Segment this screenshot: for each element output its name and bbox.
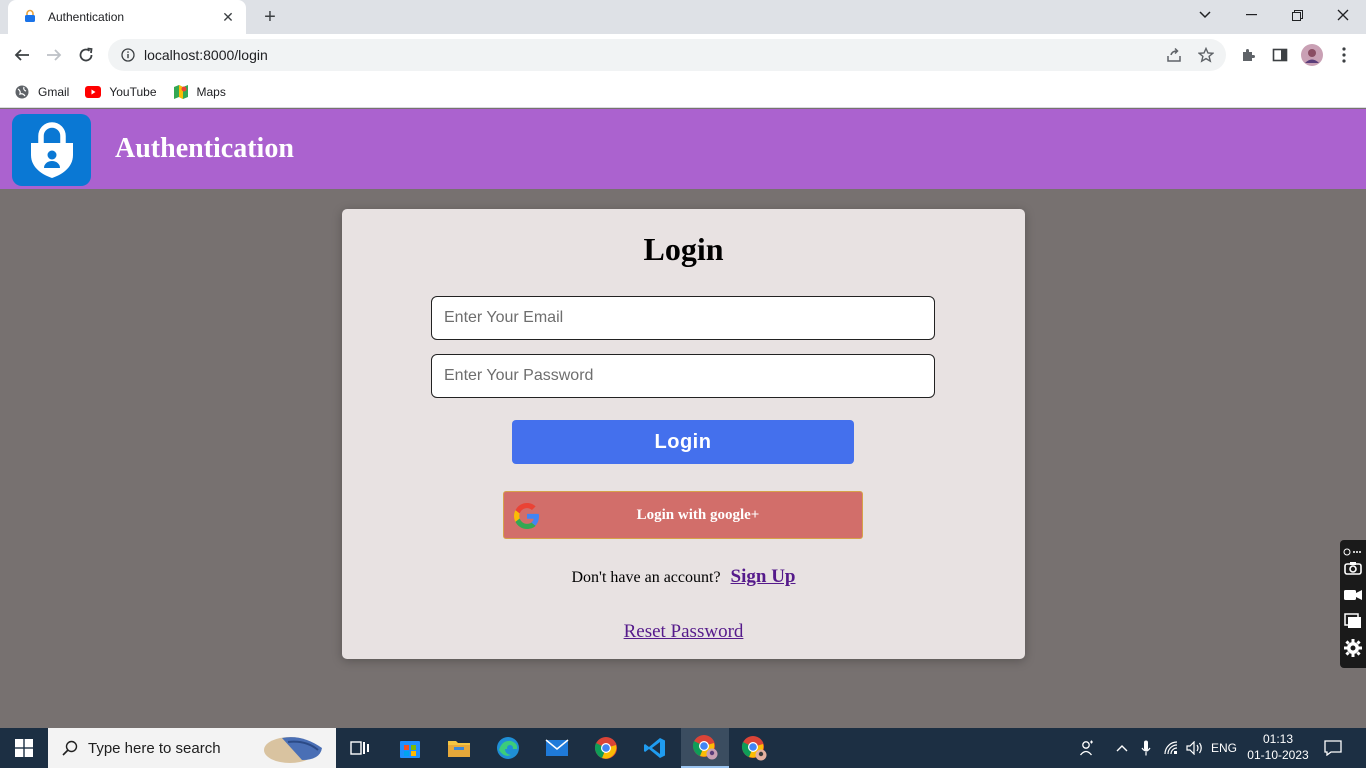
taskbar-search-box[interactable]: Type here to search: [48, 728, 336, 768]
bookmark-gmail[interactable]: Gmail: [14, 84, 69, 100]
side-panel-icon[interactable]: [1268, 43, 1292, 67]
reset-password-link[interactable]: Reset Password: [342, 621, 1025, 643]
bookmark-maps[interactable]: Maps: [173, 84, 226, 100]
search-icon: [62, 740, 78, 756]
youtube-icon: [85, 84, 102, 100]
url-text: localhost:8000/login: [144, 47, 268, 63]
notifications-icon[interactable]: [1320, 728, 1346, 768]
close-window-icon[interactable]: [1320, 0, 1366, 30]
minimize-icon[interactable]: [1228, 0, 1274, 30]
share-icon[interactable]: [1162, 43, 1186, 67]
microphone-icon[interactable]: [1136, 728, 1156, 768]
people-icon[interactable]: [1074, 728, 1100, 768]
chrome-profile-icon[interactable]: [681, 728, 729, 768]
volume-icon[interactable]: [1184, 728, 1206, 768]
login-button[interactable]: Login: [512, 420, 854, 464]
bookmark-label: Gmail: [38, 84, 70, 99]
vscode-icon[interactable]: [631, 728, 679, 768]
windows-taskbar: Type here to search ENG 01:13 01-10-2023: [0, 728, 1366, 768]
search-highlight-icon: [262, 730, 332, 766]
browser-toolbar: localhost:8000/login: [0, 34, 1366, 76]
edge-browser-icon[interactable]: [484, 728, 532, 768]
favicon-icon: [22, 9, 38, 25]
browser-menu-icon[interactable]: [1332, 43, 1356, 67]
settings-gear-icon[interactable]: [1343, 638, 1363, 658]
reload-icon[interactable]: [73, 42, 99, 68]
task-view-icon[interactable]: [336, 728, 384, 768]
bookmarks-bar: Gmail YouTube Maps: [0, 76, 1366, 108]
extensions-icon[interactable]: [1236, 43, 1260, 67]
forward-icon[interactable]: [41, 42, 67, 68]
chrome-profile-2-icon[interactable]: [730, 728, 778, 768]
google-icon: [514, 503, 539, 529]
new-tab-icon[interactable]: +: [258, 5, 282, 29]
tab-search-chevron-icon[interactable]: [1182, 0, 1228, 30]
taskbar-clock[interactable]: 01:13 01-10-2023: [1240, 731, 1316, 763]
language-indicator[interactable]: ENG: [1208, 728, 1240, 768]
camera-icon[interactable]: [1343, 558, 1363, 578]
bookmark-youtube[interactable]: YouTube: [85, 84, 157, 100]
network-icon[interactable]: [1160, 728, 1184, 768]
bookmark-label: Maps: [196, 84, 226, 99]
signup-row: Don't have an account? Sign Up: [342, 566, 1025, 588]
close-tab-icon[interactable]: ✕: [220, 9, 236, 25]
restore-icon[interactable]: [1274, 0, 1320, 30]
search-placeholder: Type here to search: [88, 739, 221, 757]
login-heading: Login: [643, 231, 724, 267]
login-card: Login Login Login with google+ Don't hav…: [342, 209, 1025, 659]
clock-time: 01:13: [1262, 732, 1294, 746]
browser-tab-bar: Authentication ✕ +: [0, 0, 1366, 34]
tray-chevron-up-icon[interactable]: [1110, 728, 1134, 768]
clock-date: 01-10-2023: [1247, 748, 1309, 762]
address-bar[interactable]: localhost:8000/login: [108, 39, 1226, 71]
signup-link[interactable]: Sign Up: [731, 566, 796, 587]
tab-title: Authentication: [48, 10, 125, 24]
mail-icon[interactable]: [533, 728, 581, 768]
file-explorer-icon[interactable]: [435, 728, 483, 768]
app-header: Authentication: [0, 109, 1366, 189]
windows-start-icon[interactable]: [0, 728, 48, 768]
password-input[interactable]: [431, 354, 935, 398]
profile-avatar-icon[interactable]: [1300, 43, 1324, 67]
microsoft-store-icon[interactable]: [386, 728, 434, 768]
signup-prompt: Don't have an account?: [571, 569, 721, 586]
browser-tab[interactable]: Authentication ✕: [8, 0, 246, 34]
site-info-icon[interactable]: [118, 45, 138, 65]
google-login-button[interactable]: Login with google+: [503, 491, 863, 539]
window-capture-icon[interactable]: [1343, 611, 1363, 631]
back-icon[interactable]: [9, 42, 35, 68]
maps-icon: [173, 84, 189, 100]
app-title: Authentication: [115, 133, 294, 164]
chrome-icon[interactable]: [582, 728, 630, 768]
email-input[interactable]: [431, 296, 935, 340]
bookmark-star-icon[interactable]: [1194, 43, 1218, 67]
floating-capture-toolbar: [1340, 540, 1366, 668]
globe-icon: [14, 84, 30, 100]
bookmark-label: YouTube: [109, 84, 157, 99]
lock-shield-icon: [12, 114, 91, 186]
video-icon[interactable]: [1343, 585, 1363, 605]
google-button-label: Login with google+: [636, 506, 760, 523]
